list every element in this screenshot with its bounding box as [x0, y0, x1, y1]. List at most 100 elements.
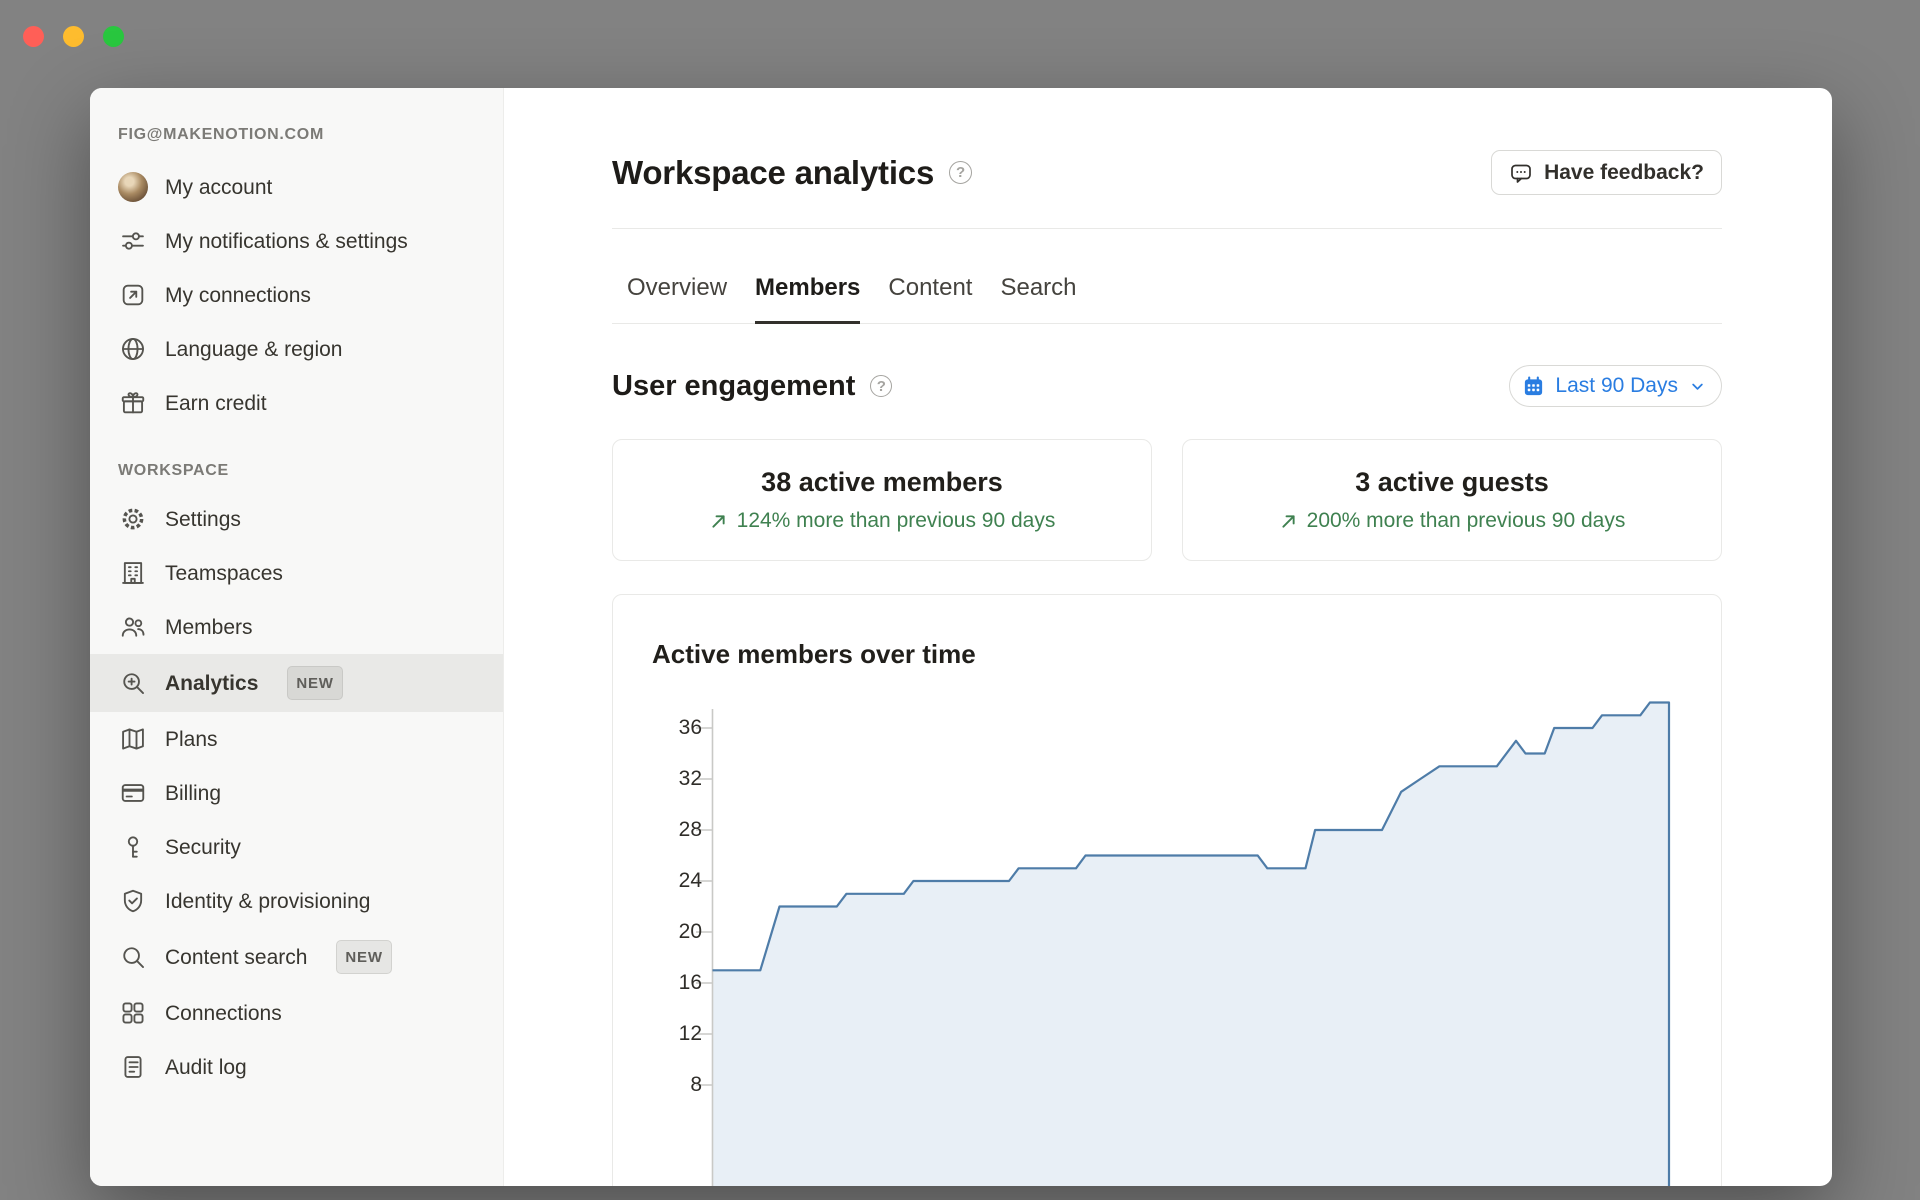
building-icon	[118, 558, 148, 588]
sidebar-item-label: Members	[165, 614, 253, 641]
sidebar-item-settings[interactable]: Settings	[90, 492, 503, 546]
calendar-icon	[1522, 375, 1545, 398]
sidebar-item-label: Audit log	[165, 1054, 247, 1081]
sidebar-item-audit-log[interactable]: Audit log	[90, 1040, 503, 1094]
tab-content[interactable]: Content	[888, 274, 972, 323]
sidebar-item-label: Settings	[165, 506, 241, 533]
sidebar-item-label: Teamspaces	[165, 560, 283, 587]
feedback-button-label: Have feedback?	[1544, 161, 1704, 185]
trend-up-icon	[1279, 512, 1298, 531]
stat-delta-label: 124% more than previous 90 days	[737, 509, 1056, 533]
magnifier-plus-icon	[118, 668, 148, 698]
chevron-down-icon	[1688, 377, 1707, 396]
section-title: User engagement	[612, 370, 855, 403]
sidebar-item-label: Security	[165, 834, 241, 861]
tab-overview[interactable]: Overview	[627, 274, 727, 323]
tab-members[interactable]: Members	[755, 274, 860, 323]
key-icon	[118, 832, 148, 862]
sidebar-item-label: My notifications & settings	[165, 228, 408, 255]
stat-value: 3 active guests	[1355, 467, 1549, 498]
y-axis-tick-label: 16	[652, 970, 702, 996]
avatar	[118, 172, 148, 202]
chart-title: Active members over time	[652, 639, 1683, 670]
stat-value: 38 active members	[761, 467, 1003, 498]
sidebar-item-my-account[interactable]: My account	[90, 160, 503, 214]
close-button[interactable]	[23, 26, 44, 47]
feedback-bubble-icon	[1509, 161, 1533, 185]
y-axis-tick-label: 32	[652, 766, 702, 792]
account-email: FIG@MAKENOTION.COM	[90, 126, 503, 144]
shield-check-icon	[118, 886, 148, 916]
map-icon	[118, 724, 148, 754]
gear-icon	[118, 504, 148, 534]
credit-card-icon	[118, 778, 148, 808]
sliders-icon	[118, 226, 148, 256]
engagement-header: User engagement ?	[612, 364, 1722, 408]
chart-area	[713, 703, 1670, 1187]
sidebar-item-label: Language & region	[165, 336, 343, 363]
window-controls	[23, 26, 124, 47]
scroll-icon	[118, 1052, 148, 1082]
y-axis-tick-label: 20	[652, 919, 702, 945]
new-badge: NEW	[336, 940, 391, 974]
y-axis-tick-label: 12	[652, 1021, 702, 1047]
settings-window: FIG@MAKENOTION.COM My account My notifica…	[90, 88, 1832, 1186]
y-axis-tick-label: 36	[652, 715, 702, 741]
sidebar-item-label: Connections	[165, 1000, 282, 1027]
sidebar-item-label: Earn credit	[165, 390, 267, 417]
sidebar-item-teamspaces[interactable]: Teamspaces	[90, 546, 503, 600]
sidebar-item-label: My connections	[165, 282, 311, 309]
help-icon[interactable]: ?	[870, 375, 892, 397]
grid-icon	[118, 998, 148, 1028]
sidebar-item-plans[interactable]: Plans	[90, 712, 503, 766]
sidebar-item-label: Analytics	[165, 670, 258, 697]
feedback-button[interactable]: Have feedback?	[1491, 150, 1722, 195]
arrow-box-icon	[118, 280, 148, 310]
trend-up-icon	[709, 512, 728, 531]
date-range-button[interactable]: Last 90 Days	[1509, 365, 1722, 407]
chart-canvas	[696, 691, 1686, 1186]
stat-delta-label: 200% more than previous 90 days	[1307, 509, 1626, 533]
sidebar-item-label: Plans	[165, 726, 218, 753]
gift-icon	[118, 388, 148, 418]
sidebar-item-label: Identity & provisioning	[165, 888, 370, 915]
y-axis-tick-label: 8	[652, 1072, 702, 1098]
account-section: My account My notifications & settings My …	[90, 160, 503, 430]
sidebar-item-analytics[interactable]: Analytics NEW	[90, 654, 503, 712]
settings-sidebar: FIG@MAKENOTION.COM My account My notifica…	[90, 88, 504, 1186]
people-icon	[118, 612, 148, 642]
y-axis-tick-label: 24	[652, 868, 702, 894]
stat-delta: 124% more than previous 90 days	[709, 509, 1056, 533]
sidebar-item-label: My account	[165, 174, 272, 201]
stat-card: 38 active members 124% more than previous…	[612, 439, 1152, 561]
sidebar-item-earn-credit[interactable]: Earn credit	[90, 376, 503, 430]
sidebar-item-label: Billing	[165, 780, 221, 807]
sidebar-item-language-region[interactable]: Language & region	[90, 322, 503, 376]
sidebar-item-billing[interactable]: Billing	[90, 766, 503, 820]
stat-delta: 200% more than previous 90 days	[1279, 509, 1626, 533]
sidebar-item-connections[interactable]: Connections	[90, 986, 503, 1040]
tab-search[interactable]: Search	[1000, 274, 1076, 323]
workspace-heading: WORKSPACE	[90, 462, 503, 480]
chart-card: Active members over time 8 12 16 20 24 28 32 36	[612, 594, 1722, 1186]
stat-card: 3 active guests 200% more than previous 9…	[1182, 439, 1722, 561]
globe-icon	[118, 334, 148, 364]
y-axis-tick-label: 28	[652, 817, 702, 843]
page-title: Workspace analytics	[612, 154, 934, 192]
tab-bar: Overview Members Content Search	[612, 229, 1722, 324]
sidebar-item-identity-provisioning[interactable]: Identity & provisioning	[90, 874, 503, 928]
help-icon[interactable]: ?	[949, 161, 972, 184]
sidebar-item-my-connections[interactable]: My connections	[90, 268, 503, 322]
stat-cards: 38 active members 124% more than previous…	[612, 439, 1722, 561]
date-range-label: Last 90 Days	[1555, 374, 1678, 398]
active-members-chart: 8 12 16 20 24 28 32 36	[652, 691, 1683, 1186]
minimize-button[interactable]	[63, 26, 84, 47]
sidebar-item-security[interactable]: Security	[90, 820, 503, 874]
page-header: Workspace analytics ? Have feedback?	[612, 150, 1722, 195]
sidebar-item-content-search[interactable]: Content searchNEW	[90, 928, 503, 986]
zoom-button[interactable]	[103, 26, 124, 47]
new-badge: NEW	[287, 666, 342, 700]
sidebar-item-members[interactable]: Members	[90, 600, 503, 654]
sidebar-item-my-notifications-settings[interactable]: My notifications & settings	[90, 214, 503, 268]
workspace-section: Settings Teamspaces Members Analytics NEW Pla…	[90, 492, 503, 1094]
